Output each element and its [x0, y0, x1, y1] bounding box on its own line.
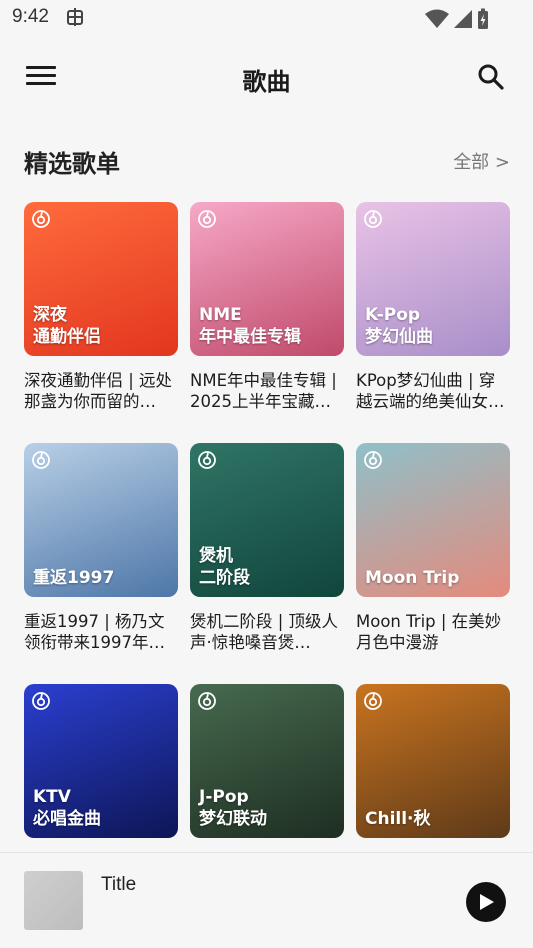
playlist-description: Moon Trip | 在美妙月色中漫游: [356, 612, 502, 652]
netease-logo-icon: [364, 451, 382, 469]
playlist-cover: 煲机 二阶段: [190, 443, 344, 597]
playlist-cover-label: K-Pop 梦幻仙曲: [365, 304, 433, 348]
cover-label-line: 二阶段: [199, 568, 250, 588]
cover-label-line: 梦幻仙曲: [365, 327, 433, 347]
playlist-description: KPop梦幻仙曲 | 穿越云端的绝美仙女…: [356, 371, 505, 411]
status-bar: 9:42: [0, 0, 533, 36]
netease-logo-icon: [32, 210, 50, 228]
cover-label-line: 煲机: [199, 546, 233, 566]
playlist-card[interactable]: 重返1997 重返1997 | 杨乃文领衔带来1997年…: [24, 443, 178, 653]
playlist-description: 深夜通勤伴侣 | 远处那盏为你而留的…: [24, 371, 173, 411]
playlist-cover: 重返1997: [24, 443, 178, 597]
android-debug-icon: [67, 8, 83, 26]
netease-logo-icon: [198, 451, 216, 469]
netease-logo-icon: [32, 451, 50, 469]
playlist-cover-label: 重返1997: [33, 567, 114, 589]
playlist-cover: Chill·秋: [356, 684, 510, 838]
cover-label-line: 通勤伴侣: [33, 327, 101, 347]
mini-player-title: Title: [101, 874, 137, 895]
netease-logo-icon: [364, 210, 382, 228]
playlist-card[interactable]: 煲机 二阶段煲机二阶段 | 顶级人声·惊艳嗓音煲…: [190, 443, 344, 653]
wifi-icon: [425, 9, 449, 28]
page-title: 歌曲: [242, 68, 291, 96]
playlist-card[interactable]: KTV 必唱金曲: [24, 684, 178, 838]
playlist-card[interactable]: 深夜 通勤伴侣深夜通勤伴侣 | 远处那盏为你而留的…: [24, 202, 178, 412]
mini-player-artwork: [24, 871, 83, 930]
playlist-cover-label: Chill·秋: [365, 808, 431, 830]
playlist-cover: KTV 必唱金曲: [24, 684, 178, 838]
cover-label-line: 必唱金曲: [33, 809, 101, 829]
netease-logo-icon: [364, 692, 382, 710]
playlist-cover-label: NME 年中最佳专辑: [199, 304, 301, 348]
cover-label-line: 年中最佳专辑: [199, 327, 301, 347]
section-title: 精选歌单: [24, 150, 120, 178]
playlist-cover: 深夜 通勤伴侣: [24, 202, 178, 356]
cover-label-line: 梦幻联动: [199, 809, 267, 829]
cover-label-line: 深夜: [33, 305, 67, 325]
playlist-card[interactable]: Moon Trip Moon Trip | 在美妙月色中漫游: [356, 443, 510, 653]
see-all-link[interactable]: 全部 >: [453, 148, 510, 174]
playlist-card[interactable]: Chill·秋: [356, 684, 510, 838]
netease-logo-icon: [32, 692, 50, 710]
playlist-card[interactable]: J-Pop 梦幻联动: [190, 684, 344, 838]
playlist-cover: K-Pop 梦幻仙曲: [356, 202, 510, 356]
play-icon: [480, 894, 494, 910]
netease-logo-icon: [198, 692, 216, 710]
play-button[interactable]: [466, 882, 506, 922]
playlist-description: 煲机二阶段 | 顶级人声·惊艳嗓音煲…: [190, 612, 339, 652]
cover-label-line: Chill·秋: [365, 809, 431, 829]
search-icon[interactable]: [476, 62, 506, 92]
cover-label-line: NME: [199, 305, 242, 325]
playlist-description: NME年中最佳专辑 | 2025上半年宝藏…: [190, 371, 337, 411]
cover-label-line: J-Pop: [199, 787, 249, 807]
playlist-cover-label: J-Pop 梦幻联动: [199, 786, 267, 830]
app-bar: 歌曲: [0, 50, 533, 106]
playlist-cover: NME 年中最佳专辑: [190, 202, 344, 356]
playlist-card[interactable]: K-Pop 梦幻仙曲 KPop梦幻仙曲 | 穿越云端的绝美仙女…: [356, 202, 510, 412]
cover-label-line: 重返1997: [33, 568, 115, 588]
playlist-cover-label: Moon Trip: [365, 567, 459, 589]
cover-label-line: KTV: [33, 787, 71, 807]
battery-icon: [478, 8, 488, 29]
cover-label-line: Moon Trip: [365, 568, 460, 588]
playlist-cover-label: 深夜 通勤伴侣: [33, 304, 101, 348]
netease-logo-icon: [198, 210, 216, 228]
playlist-cover-label: KTV 必唱金曲: [33, 786, 101, 830]
mini-player[interactable]: Title: [0, 852, 533, 948]
playlist-cover-label: 煲机 二阶段: [199, 545, 250, 589]
cell-signal-icon: [454, 10, 472, 28]
section-header: 精选歌单 全部 >: [24, 142, 510, 182]
cover-label-line: K-Pop: [365, 305, 421, 325]
playlist-cover: Moon Trip: [356, 443, 510, 597]
playlist-description: 重返1997 | 杨乃文领衔带来1997年…: [24, 612, 165, 652]
playlist-cover: J-Pop 梦幻联动: [190, 684, 344, 838]
status-time: 9:42: [12, 6, 49, 27]
playlist-card[interactable]: NME 年中最佳专辑 NME年中最佳专辑 | 2025上半年宝藏…: [190, 202, 344, 412]
